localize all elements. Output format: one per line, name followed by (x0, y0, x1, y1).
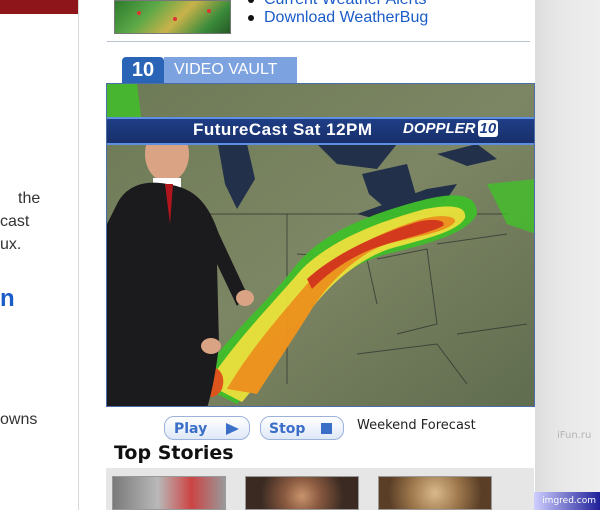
left-column: the cast ux. n owns (0, 0, 79, 510)
story-thumbnail[interactable] (112, 476, 226, 510)
list-item[interactable]: Current Weather Alerts (248, 0, 428, 9)
left-bottom-text: owns (0, 411, 38, 428)
imgred-watermark: imgred.com (534, 492, 600, 510)
stop-button[interactable]: Stop (260, 416, 344, 440)
futurecast-label: FutureCast Sat 12PM (193, 120, 373, 139)
download-weatherbug-link[interactable]: Download WeatherBug (264, 9, 428, 26)
bullet-icon (248, 0, 254, 3)
stop-icon (321, 423, 332, 434)
play-icon (226, 423, 239, 435)
story-thumbnail[interactable] (245, 476, 359, 510)
map-marker-icon (173, 17, 177, 21)
video-player[interactable]: FutureCast Sat 12PM DOPPLER 10 (106, 83, 535, 407)
story-thumbnail[interactable] (378, 476, 492, 510)
weather-map-thumbnail[interactable] (114, 0, 231, 34)
list-item[interactable]: Download WeatherBug (248, 9, 428, 27)
left-text-line-3: ux. (0, 236, 22, 253)
map-marker-icon (137, 11, 141, 15)
section-title: Top Stories (114, 442, 234, 464)
weather-links-list: Current Weather Alerts Download WeatherB… (248, 0, 428, 27)
play-button[interactable]: Play (164, 416, 250, 440)
video-caption: Weekend Forecast (357, 418, 476, 433)
current-weather-alerts-link[interactable]: Current Weather Alerts (264, 0, 426, 8)
left-header-bar (0, 0, 78, 14)
play-label: Play (174, 421, 208, 437)
left-headline-link[interactable]: n (0, 285, 15, 313)
map-marker-icon (207, 9, 211, 13)
left-text-line-2: cast (0, 213, 30, 230)
section-divider (107, 41, 530, 42)
left-text-line-1: the (18, 190, 41, 207)
doppler-logo: DOPPLER 10 (403, 120, 499, 137)
doppler-number: 10 (477, 120, 499, 137)
doppler-brand-text: DOPPLER (403, 120, 476, 137)
ifun-watermark: iFun.ru (557, 430, 592, 441)
stop-label: Stop (269, 421, 306, 437)
video-vault-tab[interactable]: VIDEO VAULT (164, 57, 297, 83)
bullet-icon (248, 14, 254, 21)
station-logo: 10 (122, 57, 164, 83)
